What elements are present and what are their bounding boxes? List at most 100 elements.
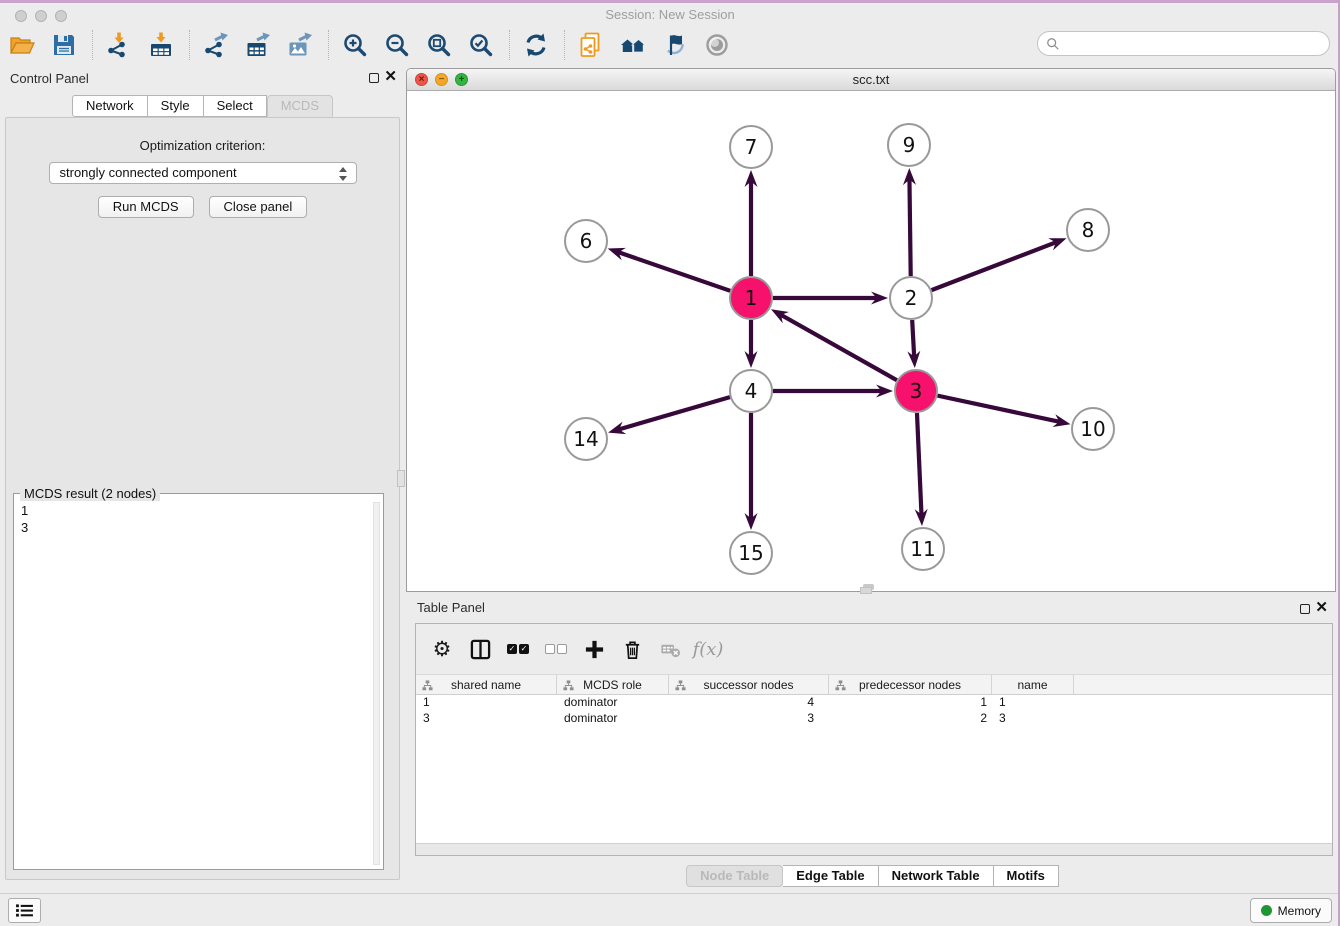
toolbar-separator bbox=[92, 30, 93, 60]
graph-node-8[interactable]: 8 bbox=[1067, 209, 1109, 251]
delete-table-icon bbox=[658, 637, 682, 661]
float-panel-icon[interactable] bbox=[369, 73, 379, 83]
tab-network-table[interactable]: Network Table bbox=[879, 865, 994, 887]
eye-icon[interactable] bbox=[703, 31, 731, 59]
graph-node-3[interactable]: 3 bbox=[895, 370, 937, 412]
graph-node-2[interactable]: 2 bbox=[890, 277, 932, 319]
result-scrollbar[interactable] bbox=[373, 502, 380, 865]
control-panel-header: Control Panel ✕ bbox=[0, 62, 405, 97]
cell-successor-nodes: 3 bbox=[669, 711, 829, 727]
deselect-all-icon[interactable] bbox=[544, 637, 568, 661]
cell-shared-name: 3 bbox=[416, 711, 557, 727]
zoom-out-icon[interactable] bbox=[383, 31, 411, 59]
close-panel-icon[interactable]: ✕ bbox=[384, 67, 397, 85]
graph-node-label: 2 bbox=[905, 286, 918, 310]
graph-node-9[interactable]: 9 bbox=[888, 124, 930, 166]
table-hscroll-track[interactable] bbox=[416, 843, 1332, 855]
mcds-result-item: 3 bbox=[21, 519, 383, 536]
graph-node-4[interactable]: 4 bbox=[730, 370, 772, 412]
tab-motifs[interactable]: Motifs bbox=[994, 865, 1059, 887]
toolbar-separator bbox=[328, 30, 329, 60]
graph-node-15[interactable]: 15 bbox=[730, 532, 772, 574]
column-header-successor-nodes[interactable]: successor nodes bbox=[669, 675, 829, 694]
graph-edge-1-6[interactable] bbox=[617, 252, 730, 291]
graph-edge-2-3[interactable] bbox=[912, 320, 914, 358]
column-header-shared-name[interactable]: shared name bbox=[416, 675, 557, 694]
search-input[interactable] bbox=[1060, 34, 1329, 54]
close-table-panel-icon[interactable]: ✕ bbox=[1315, 598, 1328, 616]
clone-network-icon[interactable] bbox=[577, 31, 605, 59]
tab-mcds[interactable]: MCDS bbox=[267, 95, 333, 117]
graph-edge-3-11[interactable] bbox=[917, 413, 922, 516]
tab-network[interactable]: Network bbox=[72, 95, 148, 117]
memory-label: Memory bbox=[1278, 904, 1321, 918]
tab-edge-table[interactable]: Edge Table bbox=[783, 865, 878, 887]
network-minimize-button[interactable]: − bbox=[435, 73, 448, 86]
delete-row-icon[interactable] bbox=[620, 637, 644, 661]
table-panel-title: Table Panel bbox=[417, 600, 485, 615]
panel-divider-handle[interactable] bbox=[397, 470, 405, 487]
titlebar: Session: New Session bbox=[0, 0, 1340, 27]
column-header-name[interactable]: name bbox=[992, 675, 1074, 694]
graph-edge-2-9[interactable] bbox=[909, 178, 910, 276]
add-row-icon[interactable] bbox=[582, 637, 606, 661]
status-bar: Memory bbox=[0, 893, 1340, 926]
graph-node-label: 4 bbox=[745, 379, 758, 403]
split-columns-icon[interactable] bbox=[468, 637, 492, 661]
zoom-in-icon[interactable] bbox=[341, 31, 369, 59]
graph-edge-3-10[interactable] bbox=[938, 396, 1061, 422]
save-icon[interactable] bbox=[50, 31, 78, 59]
cell-shared-name: 1 bbox=[416, 695, 557, 711]
network-close-button[interactable]: × bbox=[415, 73, 428, 86]
graph-node-label: 14 bbox=[573, 427, 598, 451]
application-window: Session: New Session Control Panel bbox=[0, 0, 1340, 926]
network-maximize-button[interactable]: + bbox=[455, 73, 468, 86]
export-image-icon[interactable] bbox=[286, 31, 314, 59]
task-history-button[interactable] bbox=[8, 898, 41, 923]
folder-open-icon[interactable] bbox=[8, 31, 36, 59]
graph-node-6[interactable]: 6 bbox=[565, 220, 607, 262]
graph-node-10[interactable]: 10 bbox=[1072, 408, 1114, 450]
graph-edge-4-14[interactable] bbox=[618, 397, 730, 430]
zoom-selected-icon[interactable] bbox=[467, 31, 495, 59]
network-window: × − + scc.txt 1234678910111415 bbox=[406, 68, 1336, 592]
export-network-icon[interactable] bbox=[202, 31, 230, 59]
search-icon bbox=[1046, 37, 1060, 51]
graph-node-7[interactable]: 7 bbox=[730, 126, 772, 168]
tab-style[interactable]: Style bbox=[148, 95, 204, 117]
run-mcds-button[interactable]: Run MCDS bbox=[98, 196, 194, 218]
hide-flag-icon[interactable] bbox=[661, 31, 689, 59]
column-header-mcds-role[interactable]: MCDS role bbox=[557, 675, 669, 694]
criterion-select-value: strongly connected component bbox=[60, 165, 237, 180]
graph-node-label: 1 bbox=[745, 286, 758, 310]
graph-node-label: 8 bbox=[1082, 218, 1095, 242]
graph-node-1[interactable]: 1 bbox=[730, 277, 772, 319]
close-panel-button[interactable]: Close panel bbox=[209, 196, 308, 218]
memory-button[interactable]: Memory bbox=[1250, 898, 1332, 923]
table-empty-area bbox=[416, 727, 1332, 843]
float-table-panel-icon[interactable] bbox=[1300, 604, 1310, 614]
column-header-predecessor-nodes[interactable]: predecessor nodes bbox=[829, 675, 992, 694]
graph-node-label: 9 bbox=[903, 133, 916, 157]
network-canvas[interactable]: 1 2 3 4 6 7 8 9 10 11 14 15 bbox=[407, 91, 1335, 591]
select-all-icon[interactable]: ✓✓ bbox=[506, 637, 530, 661]
refresh-layout-icon[interactable] bbox=[522, 31, 550, 59]
zoom-fit-icon[interactable] bbox=[425, 31, 453, 59]
criterion-select[interactable]: strongly connected component bbox=[49, 162, 357, 184]
tab-select[interactable]: Select bbox=[204, 95, 267, 117]
graph-node-11[interactable]: 11 bbox=[902, 528, 944, 570]
graph-edge-3-1[interactable] bbox=[780, 314, 897, 380]
tab-node-table[interactable]: Node Table bbox=[686, 865, 783, 887]
gear-icon[interactable]: ⚙ bbox=[430, 637, 454, 661]
home-icon[interactable] bbox=[619, 31, 647, 59]
import-network-icon[interactable] bbox=[105, 31, 133, 59]
export-table-icon[interactable] bbox=[244, 31, 272, 59]
table-row[interactable]: 3 dominator 3 2 3 bbox=[416, 711, 1332, 727]
graph-edge-2-8[interactable] bbox=[932, 242, 1058, 290]
cell-name: 3 bbox=[992, 711, 1074, 727]
import-table-icon[interactable] bbox=[147, 31, 175, 59]
graph-node-14[interactable]: 14 bbox=[565, 418, 607, 460]
table-row[interactable]: 1 dominator 4 1 1 bbox=[416, 695, 1332, 711]
cell-predecessor-nodes: 1 bbox=[829, 695, 992, 711]
select-stepper-icon bbox=[339, 166, 349, 182]
